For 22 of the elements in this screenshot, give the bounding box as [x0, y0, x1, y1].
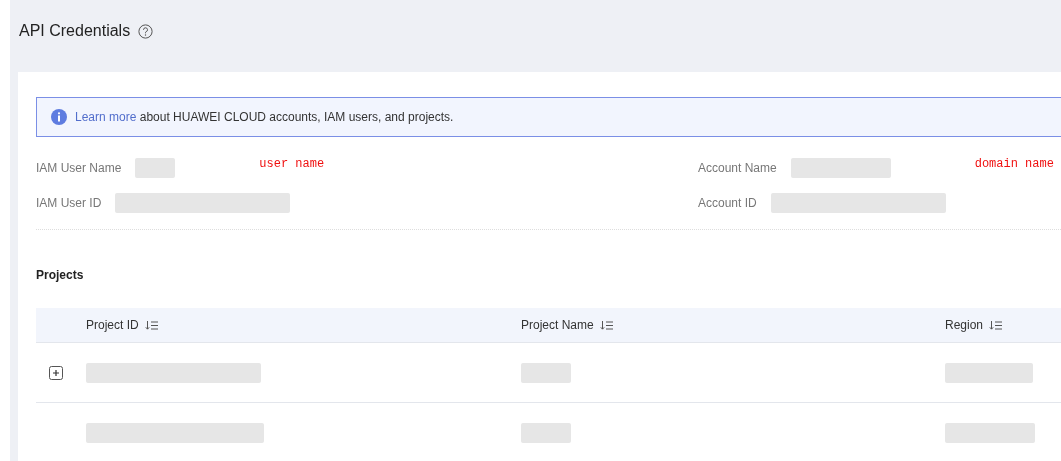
learn-more-link[interactable]: Learn more: [75, 110, 137, 124]
annotation-text: user name: [259, 156, 325, 171]
expand-icon[interactable]: [49, 365, 63, 380]
field-label: IAM User ID: [36, 195, 102, 210]
column-header: Region: [945, 318, 984, 332]
field-label: Account ID: [698, 195, 757, 210]
sort-icon[interactable]: [144, 319, 158, 331]
section-title: Projects: [36, 268, 85, 284]
annotation-text: domain name: [974, 156, 1054, 171]
page-title: API Credentials: [19, 22, 131, 40]
field-label: Account Name: [698, 160, 777, 175]
info-icon: [51, 109, 67, 125]
help-icon[interactable]: [138, 23, 154, 39]
sort-icon[interactable]: [989, 319, 1003, 331]
redacted-value: [521, 422, 571, 443]
info-message: Learn more about HUAWEI CLOUD accounts, IAM users, and projects.: [75, 110, 454, 124]
redacted-value: [135, 157, 176, 178]
column-header: Project ID: [86, 318, 139, 332]
column-header: Project Name: [521, 318, 594, 332]
redacted-value: [521, 362, 571, 383]
field-label: IAM User Name: [36, 160, 122, 175]
sort-icon[interactable]: [599, 319, 613, 331]
